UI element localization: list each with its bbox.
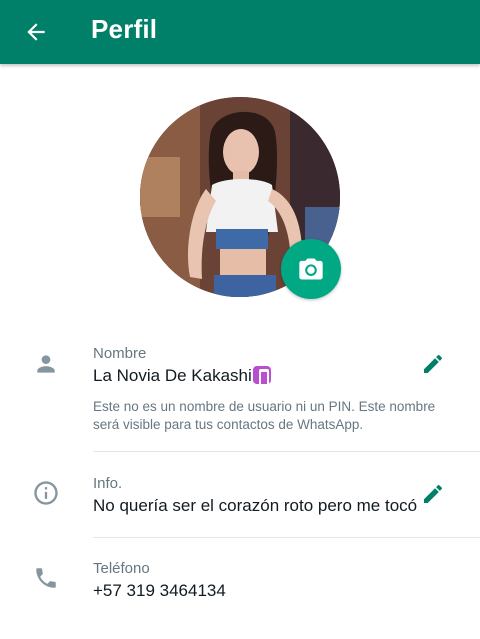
info-value[interactable]: No quería ser el corazón roto pero me to… [93,496,417,516]
name-value-row[interactable]: La Novia De Kakashi [93,366,271,386]
divider [93,451,480,452]
phone-label: Teléfono [93,560,150,577]
emoji-icon [252,366,271,386]
page-title: Perfil [91,14,158,44]
phone-value: +57 319 3464134 [93,581,226,600]
back-button[interactable] [20,16,52,48]
pencil-icon [424,484,443,503]
name-label: Nombre [93,345,147,362]
person-icon [32,350,60,378]
camera-icon [299,258,323,280]
arrow-back-icon [27,23,45,41]
edit-name-button[interactable] [419,350,447,378]
app-bar: Perfil [0,0,480,64]
change-photo-button[interactable] [281,239,341,299]
info-label: Info. [93,475,123,492]
name-value: La Novia De Kakashi [93,366,252,385]
name-hint: Este no es un nombre de usuario ni un PI… [93,399,436,432]
pencil-icon [424,354,443,373]
phone-icon [32,564,60,592]
edit-info-button[interactable] [419,480,447,508]
divider [93,537,480,538]
info-icon [32,479,60,507]
